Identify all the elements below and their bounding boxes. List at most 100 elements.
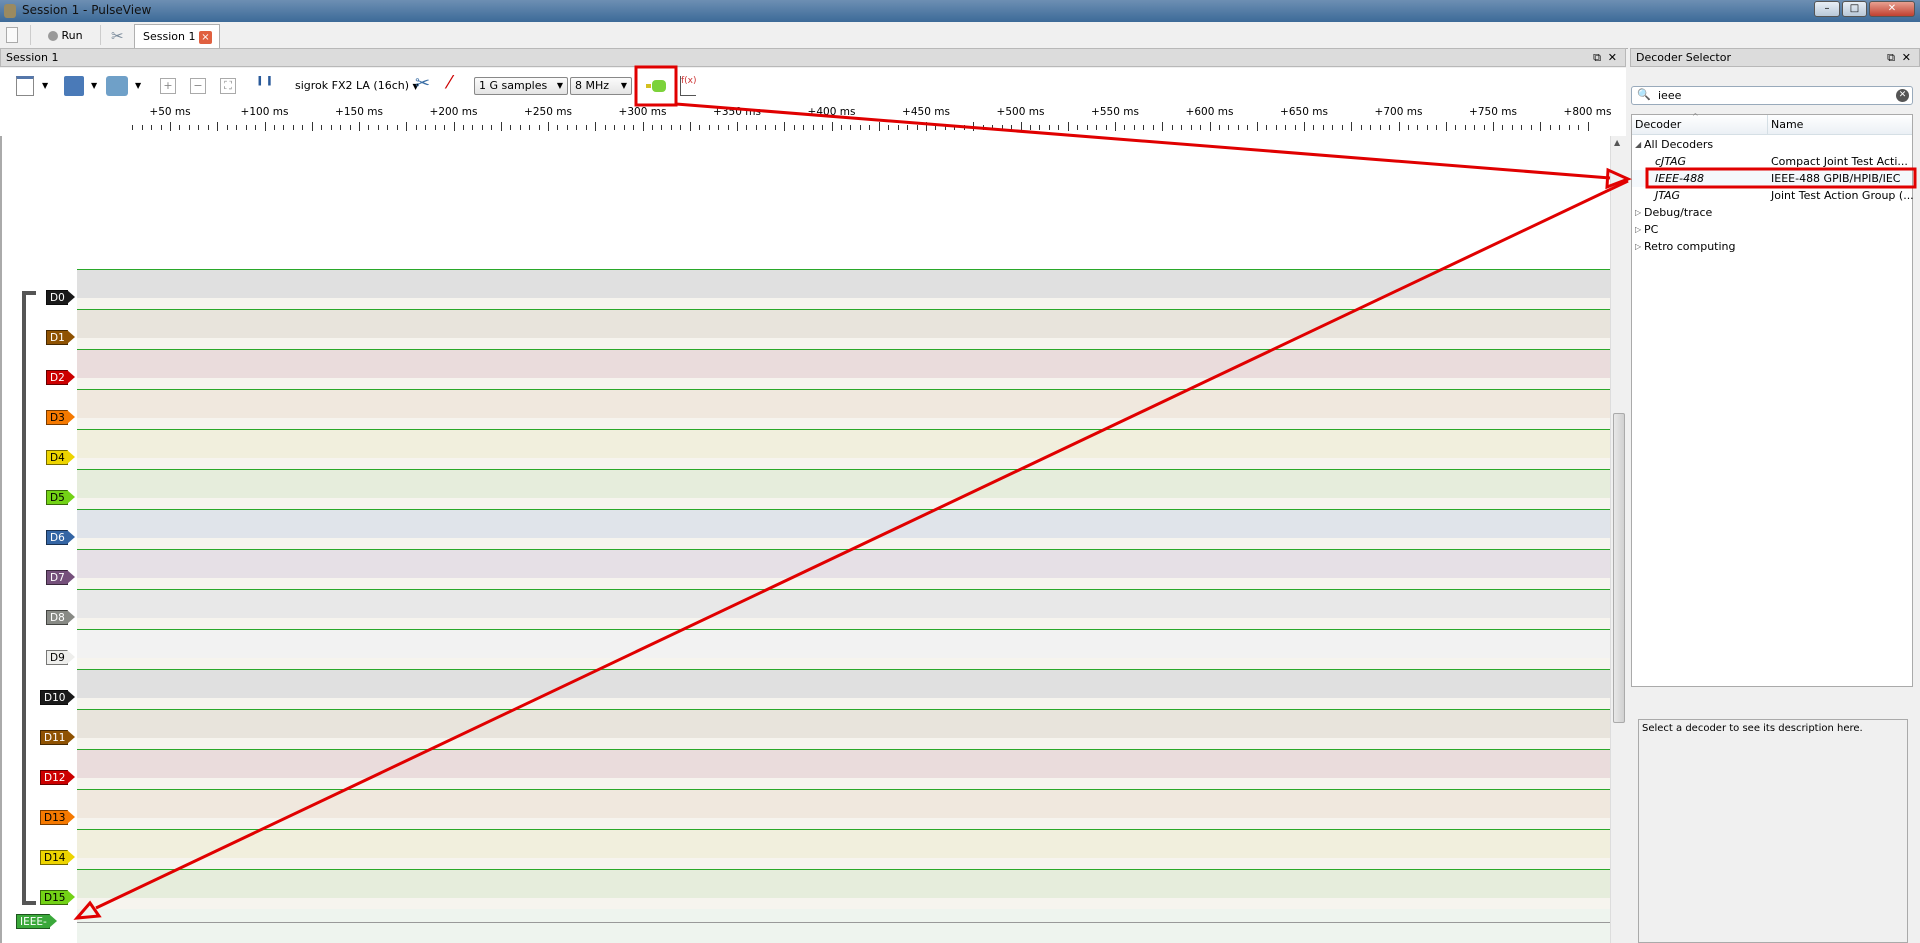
ruler-tick — [472, 125, 474, 130]
expanded-arrow-icon[interactable]: ◢ — [1635, 136, 1641, 153]
float-icon[interactable]: ⧉ — [1887, 49, 1895, 66]
channel-label-D8[interactable]: D8 — [46, 610, 75, 625]
close-dock-icon[interactable]: ✕ — [1902, 49, 1911, 66]
new-session-icon[interactable] — [6, 27, 18, 43]
chevron-down-icon[interactable]: ▼ — [91, 81, 97, 90]
device-selector[interactable]: sigrok FX2 LA (16ch) ▼ — [295, 79, 419, 92]
decoder-description: Select a decoder to see its description … — [1638, 719, 1908, 943]
channel-group-bracket — [22, 291, 36, 905]
scroll-up-icon[interactable]: ▲ — [1614, 138, 1620, 147]
tab-session-1[interactable]: Session 1 × — [134, 24, 220, 50]
channel-label-D11[interactable]: D11 — [40, 730, 77, 745]
channel-label-D14[interactable]: D14 — [40, 850, 77, 865]
probe-config-icon[interactable]: ⁄ — [448, 72, 451, 93]
maximize-button[interactable]: □ — [1842, 1, 1867, 17]
zoom-fit-icon[interactable]: ⛶ — [220, 78, 236, 94]
scrollbar-thumb[interactable] — [1613, 413, 1625, 723]
tree-group[interactable]: ▷ Debug/trace — [1632, 204, 1912, 221]
cursors-icon[interactable]: ╹╹ — [255, 76, 275, 96]
channel-label-D1[interactable]: D1 — [46, 330, 75, 345]
column-header-name[interactable]: Name — [1768, 115, 1912, 135]
ruler-tick — [311, 122, 313, 131]
run-icon — [48, 31, 58, 41]
configure-device-icon[interactable]: ✂ — [415, 73, 430, 94]
chevron-down-icon[interactable]: ▼ — [42, 81, 48, 90]
ruler-tick — [1540, 122, 1542, 131]
panel-title: Decoder Selector — [1636, 51, 1731, 64]
ruler-tick — [1067, 122, 1069, 131]
settings-tools-icon[interactable]: ✂ — [111, 25, 124, 47]
group-label: Retro computing — [1644, 240, 1736, 253]
ruler-tick — [1105, 125, 1107, 130]
tree-item[interactable]: IEEE-488 IEEE-488 GPIB/HPIB/IEC — [1632, 170, 1912, 187]
save-file-icon[interactable] — [106, 76, 128, 96]
decoder-search-input[interactable]: 🔍 ieee ✕ — [1631, 86, 1913, 105]
channel-label-D9[interactable]: D9 — [46, 650, 75, 665]
channel-label-D3[interactable]: D3 — [46, 410, 75, 425]
tree-group[interactable]: ▷ Retro computing — [1632, 238, 1912, 255]
ruler-tick — [1587, 122, 1589, 131]
tree-group[interactable]: ▷ PC — [1632, 221, 1912, 238]
ruler-tick — [1133, 125, 1135, 130]
ruler-tick — [141, 125, 143, 130]
ruler-tick — [822, 125, 824, 130]
open-file-icon[interactable] — [64, 76, 84, 96]
channel-label-D0[interactable]: D0 — [46, 290, 75, 305]
decoder-trace-label[interactable]: IEEE-488 — [16, 914, 57, 942]
channel-label-D15[interactable]: D15 — [40, 890, 77, 905]
collapsed-arrow-icon[interactable]: ▷ — [1635, 238, 1641, 255]
vertical-scrollbar[interactable]: ▲ — [1610, 136, 1626, 943]
ruler-tick — [670, 125, 672, 130]
ruler-tick — [1001, 125, 1003, 130]
tree-group[interactable]: ◢ All Decoders — [1632, 136, 1912, 153]
device-label: sigrok FX2 LA (16ch) — [295, 79, 410, 92]
channel-label-D6[interactable]: D6 — [46, 530, 75, 545]
chevron-down-icon[interactable]: ▼ — [135, 81, 141, 90]
ruler-tick — [944, 125, 946, 130]
trace-canvas[interactable] — [77, 136, 1610, 943]
zoom-in-icon[interactable]: + — [160, 78, 176, 94]
collapsed-arrow-icon[interactable]: ▷ — [1635, 204, 1641, 221]
channel-label-D4[interactable]: D4 — [46, 450, 75, 465]
ruler-tick — [840, 125, 842, 130]
close-window-button[interactable]: ✕ — [1869, 1, 1915, 17]
column-header-decoder[interactable]: Decoder ^ — [1632, 112, 1768, 135]
channel-label-D7[interactable]: D7 — [46, 570, 75, 585]
channel-label-D10[interactable]: D10 — [40, 690, 77, 705]
tree-item[interactable]: cJTAG Compact Joint Test Acti... — [1632, 153, 1912, 170]
channel-trace-D2 — [77, 349, 1610, 389]
new-view-icon[interactable] — [16, 76, 34, 96]
sample-count-select[interactable]: 1 G samples — [474, 77, 568, 95]
close-tab-icon[interactable]: × — [198, 30, 212, 44]
tree-item[interactable]: JTAG Joint Test Action Group (... — [1632, 187, 1914, 204]
channel-label-D12[interactable]: D12 — [40, 770, 77, 785]
math-channel-icon[interactable]: f(x) — [680, 76, 697, 96]
channel-label-D2[interactable]: D2 — [46, 370, 75, 385]
ruler-tick — [1162, 122, 1164, 131]
sample-rate-select[interactable]: 8 MHz — [570, 77, 632, 95]
close-dock-icon[interactable]: ✕ — [1608, 49, 1617, 66]
ruler-tick — [633, 125, 635, 130]
ruler-tick — [1474, 125, 1476, 130]
ruler-tick — [1247, 125, 1249, 130]
float-icon[interactable]: ⧉ — [1593, 49, 1601, 66]
minimize-button[interactable]: – — [1814, 1, 1840, 17]
collapsed-arrow-icon[interactable]: ▷ — [1635, 221, 1641, 238]
session-toolbar: ▼ ▼ ▼ + − ⛶ ╹╹ sigrok FX2 LA (16ch) ▼ ✂ … — [0, 68, 1626, 104]
channel-label-D13[interactable]: D13 — [40, 810, 77, 825]
ruler-tick — [330, 125, 332, 130]
ruler-tick — [1322, 125, 1324, 130]
clear-search-icon[interactable]: ✕ — [1896, 89, 1909, 102]
run-button[interactable]: Run — [48, 25, 83, 47]
zoom-out-icon[interactable]: − — [190, 78, 206, 94]
ruler-tick — [207, 125, 209, 130]
ruler-tick-label: +800 ms — [1563, 106, 1612, 118]
ruler-tick — [1077, 125, 1079, 130]
ruler-tick — [396, 125, 398, 130]
add-protocol-decoder-icon[interactable] — [646, 80, 666, 92]
ruler-tick — [1115, 122, 1116, 131]
ruler-tick — [188, 125, 190, 130]
ruler-tick — [453, 122, 455, 131]
channel-label-D5[interactable]: D5 — [46, 490, 75, 505]
title-bar: Session 1 - PulseView – □ ✕ — [0, 0, 1920, 22]
